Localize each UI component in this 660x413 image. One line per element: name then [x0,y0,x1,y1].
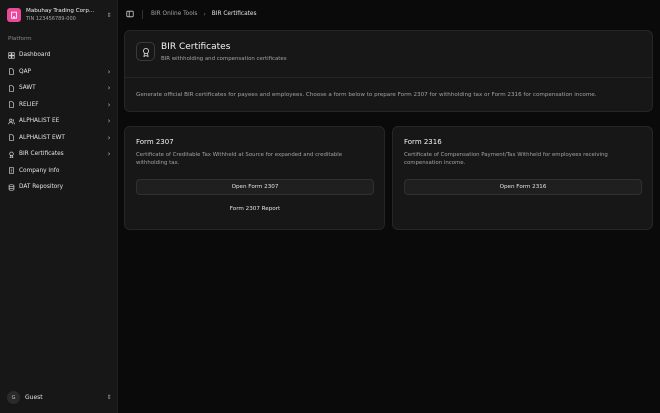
breadcrumb-separator: › [203,10,206,18]
sidebar-toggle-icon[interactable] [125,9,135,19]
user-menu[interactable]: G Guest ⇕ [5,389,113,406]
chevron-right-icon: › [107,67,111,76]
form-title: Form 2316 [404,138,442,146]
sidebar-item-label: ALPHALIST EWT [19,134,65,141]
form-title: Form 2307 [136,138,174,146]
page-description: Generate official BIR certificates for p… [136,92,597,98]
file-icon [7,101,15,109]
file-icon [7,68,15,76]
sidebar-item-label: BIR Certificates [19,151,64,158]
chevron-right-icon: › [107,117,111,126]
user-name: Guest [25,394,43,401]
sidebar-item-bir-certificates[interactable]: BIR Certificates › [5,146,113,163]
breadcrumb-current: BIR Certificates [211,11,257,17]
sidebar-item-label: Dashboard [19,52,51,59]
sidebar-item-company-info[interactable]: Company Info [5,163,113,180]
chevrons-up-down-icon: ⇕ [106,394,112,401]
sidebar-item-label: DAT Repository [19,184,64,191]
form-description: Certificate of Compensation Payment/Tax … [404,152,608,166]
sidebar-item-alphalist-ewt[interactable]: ALPHALIST EWT › [5,130,113,147]
sidebar-item-alphalist-ee[interactable]: ALPHALIST EE › [5,113,113,130]
users-icon [7,117,15,125]
company-info: Mabuhay Trading Corp... TIN 123456789-00… [26,7,105,23]
sidebar-item-label: QAP [19,68,32,75]
sidebar-item-dashboard[interactable]: Dashboard [5,47,113,64]
form-2307-report-button[interactable]: Form 2307 Report [136,202,374,216]
file-icon [7,134,15,142]
topbar: BIR Online Tools › BIR Certificates [118,0,660,28]
sidebar-item-label: SAWT [19,85,36,92]
company-name: Mabuhay Trading Corp... [26,8,95,14]
file-icon [7,84,15,92]
building-icon [7,8,21,22]
open-form-2307-button[interactable]: Open Form 2307 [136,179,374,195]
form-2316-card: Form 2316 Certificate of Compensation Pa… [392,126,653,230]
breadcrumb-parent[interactable]: BIR Online Tools [151,11,197,17]
breadcrumb: BIR Online Tools › BIR Certificates [151,11,257,18]
topbar-divider [142,9,143,19]
page-header-card: BIR Certificates BIR withholding and com… [124,30,653,112]
chevron-right-icon: › [107,84,111,93]
award-icon [136,42,155,61]
chevrons-up-down-icon: ⇕ [106,11,112,19]
award-icon [7,150,15,158]
page-subtitle: BIR withholding and compensation certifi… [161,56,287,62]
open-form-2316-button[interactable]: Open Form 2316 [404,179,642,195]
sidebar-item-label: ALPHALIST EE [19,118,60,125]
form-2307-card: Form 2307 Certificate of Creditable Tax … [124,126,385,230]
sidebar-item-qap[interactable]: QAP › [5,64,113,81]
sidebar: Mabuhay Trading Corp... TIN 123456789-00… [0,0,118,413]
sidebar-item-label: Company Info [19,167,60,174]
sidebar-nav: Dashboard QAP › SAWT › RELIEF › ALPHALIS… [5,47,113,196]
sidebar-item-sawt[interactable]: SAWT › [5,80,113,97]
avatar: G [7,391,20,404]
dashboard-icon [7,51,15,59]
sidebar-section-label: Platform [8,36,32,42]
chevron-right-icon: › [107,150,111,159]
chevron-right-icon: › [107,133,111,142]
divider [125,77,652,78]
sidebar-item-dat-repository[interactable]: DAT Repository [5,179,113,196]
company-switcher[interactable]: Mabuhay Trading Corp... TIN 123456789-00… [5,5,113,25]
sidebar-item-relief[interactable]: RELIEF › [5,97,113,114]
building-icon [7,167,15,175]
sidebar-item-label: RELIEF [19,101,39,108]
company-tin: TIN 123456789-000 [26,16,76,22]
page-title: BIR Certificates [161,42,231,52]
chevron-right-icon: › [107,100,111,109]
form-description: Certificate of Creditable Tax Withheld a… [136,152,343,166]
database-icon [7,183,15,191]
